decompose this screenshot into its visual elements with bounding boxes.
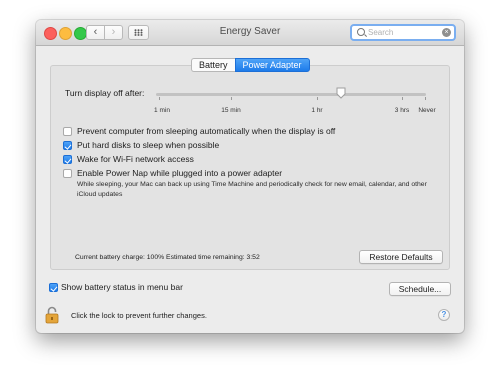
slider-tick xyxy=(425,97,426,100)
tab-battery[interactable]: Battery xyxy=(191,58,235,72)
tick-label: 1 min xyxy=(154,107,170,114)
tab-bar: Battery Power Adapter xyxy=(191,58,310,72)
energy-saver-window: ‹ › Energy Saver × Battery Power Adapter… xyxy=(36,20,464,333)
restore-defaults-button[interactable]: Restore Defaults xyxy=(359,250,443,264)
wake-wifi-checkbox[interactable] xyxy=(63,155,72,164)
option-label: Prevent computer from sleeping automatic… xyxy=(77,126,336,136)
lock-message: Click the lock to prevent further change… xyxy=(71,311,207,320)
option-label: Wake for Wi-Fi network access xyxy=(77,154,194,164)
power-nap-description: While sleeping, your Mac can back up usi… xyxy=(77,181,427,198)
slider-tick xyxy=(402,97,403,100)
tick-label: 3 hrs xyxy=(394,107,410,114)
search-icon xyxy=(357,28,365,36)
search-field[interactable]: × xyxy=(350,24,456,41)
search-input[interactable] xyxy=(368,26,438,39)
slider-tick xyxy=(159,97,160,100)
option-label: Show battery status in menu bar xyxy=(61,282,183,292)
tick-label: 1 hr xyxy=(311,107,323,114)
lock-icon[interactable] xyxy=(45,306,59,324)
title-bar: ‹ › Energy Saver × xyxy=(36,20,464,46)
show-battery-checkbox[interactable] xyxy=(49,283,58,292)
hard-disk-sleep-checkbox[interactable] xyxy=(63,141,72,150)
option-label: Put hard disks to sleep when possible xyxy=(77,140,220,150)
display-sleep-label: Turn display off after: xyxy=(65,88,145,98)
power-nap-checkbox[interactable] xyxy=(63,169,72,178)
slider-tick xyxy=(231,97,232,100)
tick-label: 15 min xyxy=(221,107,241,114)
slider-tick xyxy=(317,97,318,100)
display-sleep-slider-track[interactable] xyxy=(156,93,426,96)
display-sleep-slider-thumb[interactable] xyxy=(336,87,346,99)
prevent-sleep-checkbox[interactable] xyxy=(63,127,72,136)
battery-status-text: Current battery charge: 100% Estimated t… xyxy=(75,254,260,261)
option-label: Enable Power Nap while plugged into a po… xyxy=(77,168,283,178)
tab-power-adapter[interactable]: Power Adapter xyxy=(234,58,310,72)
schedule-button[interactable]: Schedule... xyxy=(389,282,451,296)
clear-search-icon[interactable]: × xyxy=(442,28,451,37)
question-mark-icon: ? xyxy=(441,310,447,319)
tick-label: Never xyxy=(418,107,436,114)
help-button[interactable]: ? xyxy=(438,309,450,321)
